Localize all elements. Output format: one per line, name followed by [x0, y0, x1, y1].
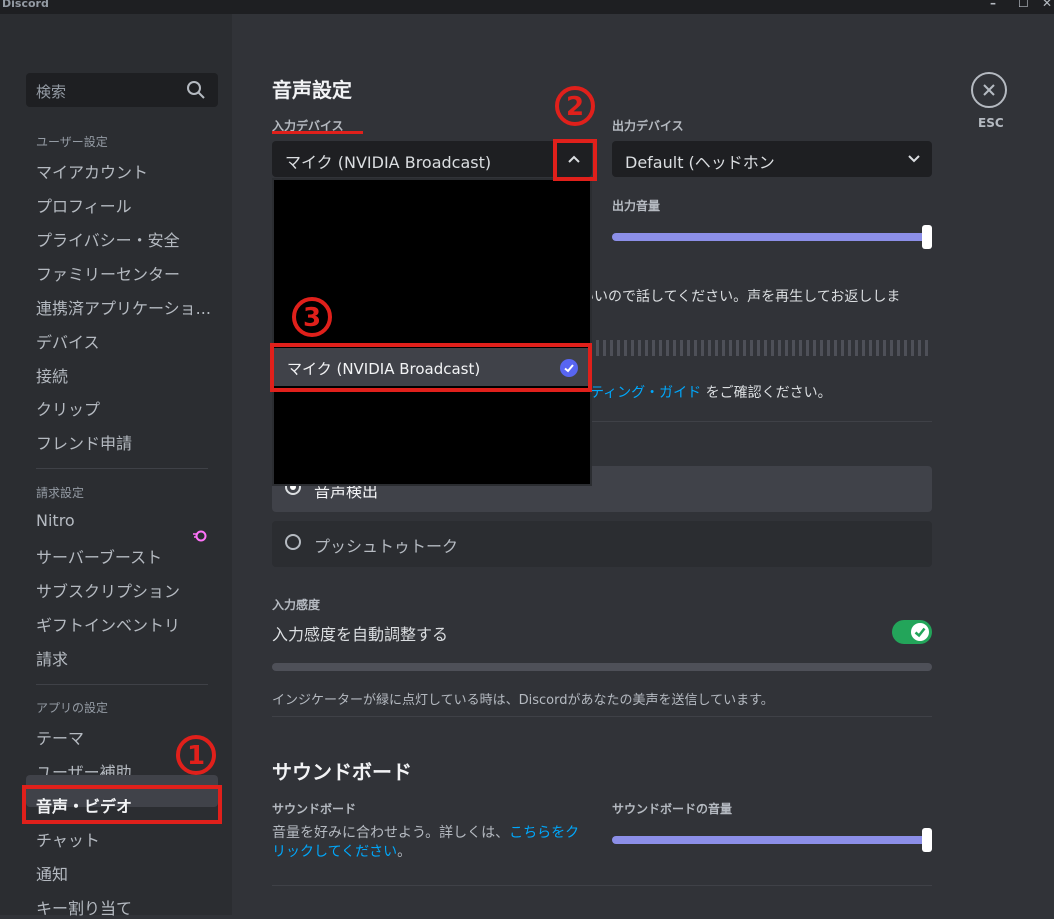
input-device-select[interactable]: マイク (NVIDIA Broadcast): [272, 141, 592, 177]
annotation-number-3: 3: [292, 297, 332, 337]
window-titlebar: Discord – ☐ ✕: [0, 0, 1054, 14]
sidebar-item-nitro[interactable]: Nitro: [36, 511, 216, 530]
esc-label: ESC: [978, 116, 1004, 130]
nav-header-user-settings: ユーザー設定: [36, 135, 108, 149]
sidebar-item-notifications[interactable]: 通知: [36, 861, 216, 885]
mic-test-meter: [596, 340, 930, 356]
soundboard-volume-handle[interactable]: [922, 828, 932, 852]
sensitivity-note: インジケーターが緑に点灯している時は、Discordがあなたの美声を送信していま…: [272, 693, 774, 708]
auto-sensitivity-toggle[interactable]: [892, 620, 932, 644]
app-name: Discord: [2, 0, 49, 10]
divider: [272, 885, 932, 886]
close-window-button[interactable]: ✕: [1042, 0, 1052, 10]
voice-settings-panel: 音声設定 入力デバイス マイク (NVIDIA Broadcast) 出力デバイ…: [232, 14, 1054, 915]
sidebar-item-my-account[interactable]: マイアカウント: [36, 159, 216, 183]
sensitivity-meter: [272, 663, 932, 671]
sidebar-item-friend-requests[interactable]: フレンド申請: [36, 430, 216, 454]
sidebar-item-authorized-apps[interactable]: 連携済アプリケーショ...: [36, 295, 216, 319]
auto-sensitivity-label: 入力感度を自動調整する: [272, 625, 449, 644]
annotation-number-1: 1: [176, 735, 216, 775]
maximize-button[interactable]: ☐: [1018, 0, 1029, 10]
soundboard-desc-end: 。: [397, 844, 412, 860]
page-title: 音声設定: [272, 78, 352, 102]
sidebar-item-billing[interactable]: 請求: [36, 646, 216, 670]
sidebar-item-keybinds[interactable]: キー割り当て: [36, 895, 216, 919]
check-icon: [914, 627, 926, 638]
sidebar-item-profile[interactable]: プロフィール: [36, 193, 216, 217]
sidebar-item-gift-inventory[interactable]: ギフトインベントリ: [36, 612, 216, 636]
mic-test-description: いいので話してください。声を再生してお返ししま: [580, 289, 901, 305]
output-device-select[interactable]: Default (ヘッドホン: [612, 141, 932, 177]
push-to-talk-label: プッシュトゥトーク: [314, 537, 459, 556]
soundboard-label: サウンドボード: [272, 802, 357, 816]
search-icon: [187, 81, 205, 99]
soundboard-desc-text: 音量を好みに合わせよう。詳しくは、: [272, 825, 510, 841]
troubleshoot-suffix: をご確認ください。: [705, 385, 832, 401]
output-volume-label: 出力音量: [612, 199, 661, 213]
soundboard-volume-slider[interactable]: [612, 836, 928, 844]
divider: [272, 716, 932, 717]
sidebar-item-privacy[interactable]: プライバシー・安全: [36, 227, 216, 251]
nav-divider: [36, 684, 208, 685]
sidebar-item-devices[interactable]: デバイス: [36, 329, 216, 353]
esc-close-button[interactable]: [971, 72, 1007, 108]
annotation-box-dropdown-toggle: [553, 139, 597, 181]
sidebar-item-connections[interactable]: 接続: [36, 363, 216, 387]
output-volume-handle[interactable]: [922, 225, 932, 249]
soundboard-title: サウンドボード: [272, 760, 412, 784]
troubleshoot-line: ティング・ガイド をご確認ください。: [590, 382, 832, 402]
toggle-knob: [911, 623, 929, 641]
sidebar-item-subscriptions[interactable]: サブスクリプション: [36, 578, 216, 602]
annotation-box-mic-option: [270, 343, 592, 392]
input-device-value: マイク (NVIDIA Broadcast): [285, 153, 492, 172]
settings-sidebar: 検索 ユーザー設定 マイアカウント プロフィール プライバシー・安全 ファミリー…: [0, 14, 232, 918]
search-input[interactable]: 検索: [36, 81, 66, 102]
input-mode-push-to-talk[interactable]: プッシュトゥトーク: [272, 521, 932, 567]
minimize-button[interactable]: –: [990, 0, 996, 10]
output-device-label: 出力デバイス: [612, 119, 684, 133]
troubleshoot-link[interactable]: ティング・ガイド: [590, 385, 701, 401]
radio-unselected-icon[interactable]: [285, 534, 301, 550]
chevron-down-icon: [908, 155, 920, 163]
soundboard-volume-label: サウンドボードの音量: [612, 802, 733, 816]
annotation-box-voice-video: [22, 785, 222, 824]
sidebar-item-chat[interactable]: チャット: [36, 827, 216, 851]
nav-divider: [36, 468, 208, 469]
sensitivity-header: 入力感度: [272, 598, 321, 612]
annotation-number-2: 2: [555, 86, 595, 126]
close-icon: [983, 84, 995, 96]
search-box[interactable]: 検索: [26, 73, 218, 107]
annotation-underline: [272, 131, 363, 134]
nav-header-billing: 請求設定: [36, 486, 85, 500]
sidebar-item-server-boost[interactable]: サーバーブースト: [36, 544, 216, 568]
sidebar-item-family-center[interactable]: ファミリーセンター: [36, 261, 216, 285]
nav-header-app-settings: アプリの設定: [36, 701, 109, 715]
soundboard-description: 音量を好みに合わせよう。詳しくは、こちらをクリックしてください。: [272, 824, 592, 862]
output-volume-slider[interactable]: [612, 233, 928, 241]
nitro-icon: [193, 530, 207, 542]
output-device-value: Default (ヘッドホン: [625, 153, 775, 172]
sidebar-item-clips[interactable]: クリップ: [36, 396, 216, 420]
